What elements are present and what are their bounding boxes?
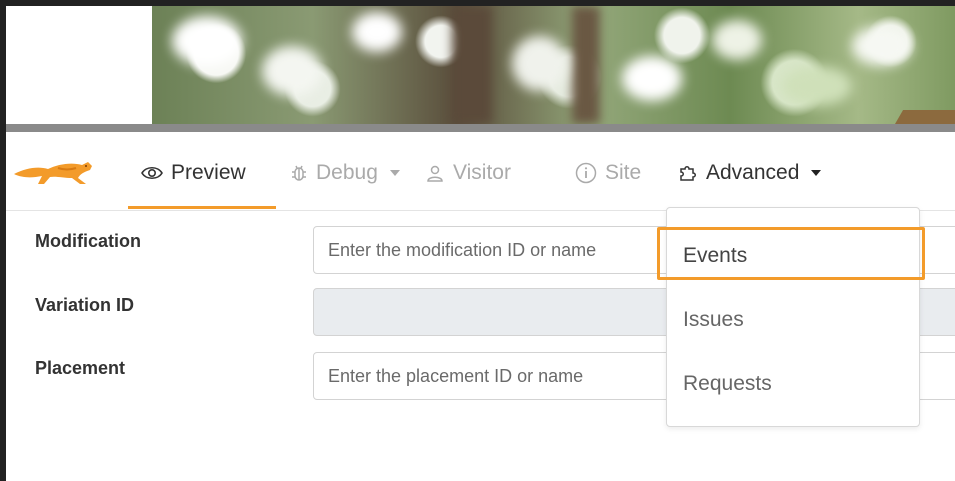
- nav-advanced-label: Advanced: [706, 161, 800, 184]
- nav-visitor-label: Visitor: [453, 161, 511, 184]
- eye-icon: [141, 165, 163, 181]
- debugger-navbar: Preview Debug Visitor Site Advanced: [6, 132, 955, 211]
- info-icon: [575, 162, 597, 184]
- nav-preview-label: Preview: [171, 161, 246, 184]
- menu-item-issues[interactable]: Issues: [683, 308, 744, 332]
- user-icon: [425, 164, 445, 182]
- puzzle-icon: [678, 163, 698, 183]
- cheetah-logo: [14, 160, 104, 191]
- nav-site-label: Site: [605, 161, 642, 184]
- menu-item-requests[interactable]: Requests: [683, 372, 772, 396]
- events-highlight-box: [657, 227, 925, 280]
- active-tab-indicator: [128, 206, 276, 209]
- header-banner-image: [152, 6, 955, 124]
- nav-advanced[interactable]: Advanced: [678, 161, 822, 185]
- header-blank: [6, 6, 152, 124]
- chevron-down-icon: [389, 170, 400, 176]
- modification-label: Modification: [35, 231, 141, 251]
- nav-site[interactable]: Site: [575, 161, 641, 185]
- nav-visitor[interactable]: Visitor: [425, 161, 511, 185]
- nav-debug[interactable]: Debug: [290, 161, 400, 185]
- nav-debug-label: Debug: [316, 161, 378, 184]
- panel-top-border: [6, 124, 955, 132]
- chevron-down-icon: [811, 170, 822, 176]
- placement-label: Placement: [35, 358, 126, 378]
- variation-id-label: Variation ID: [35, 295, 135, 315]
- bug-icon: [290, 163, 308, 183]
- nav-preview[interactable]: Preview: [141, 161, 246, 185]
